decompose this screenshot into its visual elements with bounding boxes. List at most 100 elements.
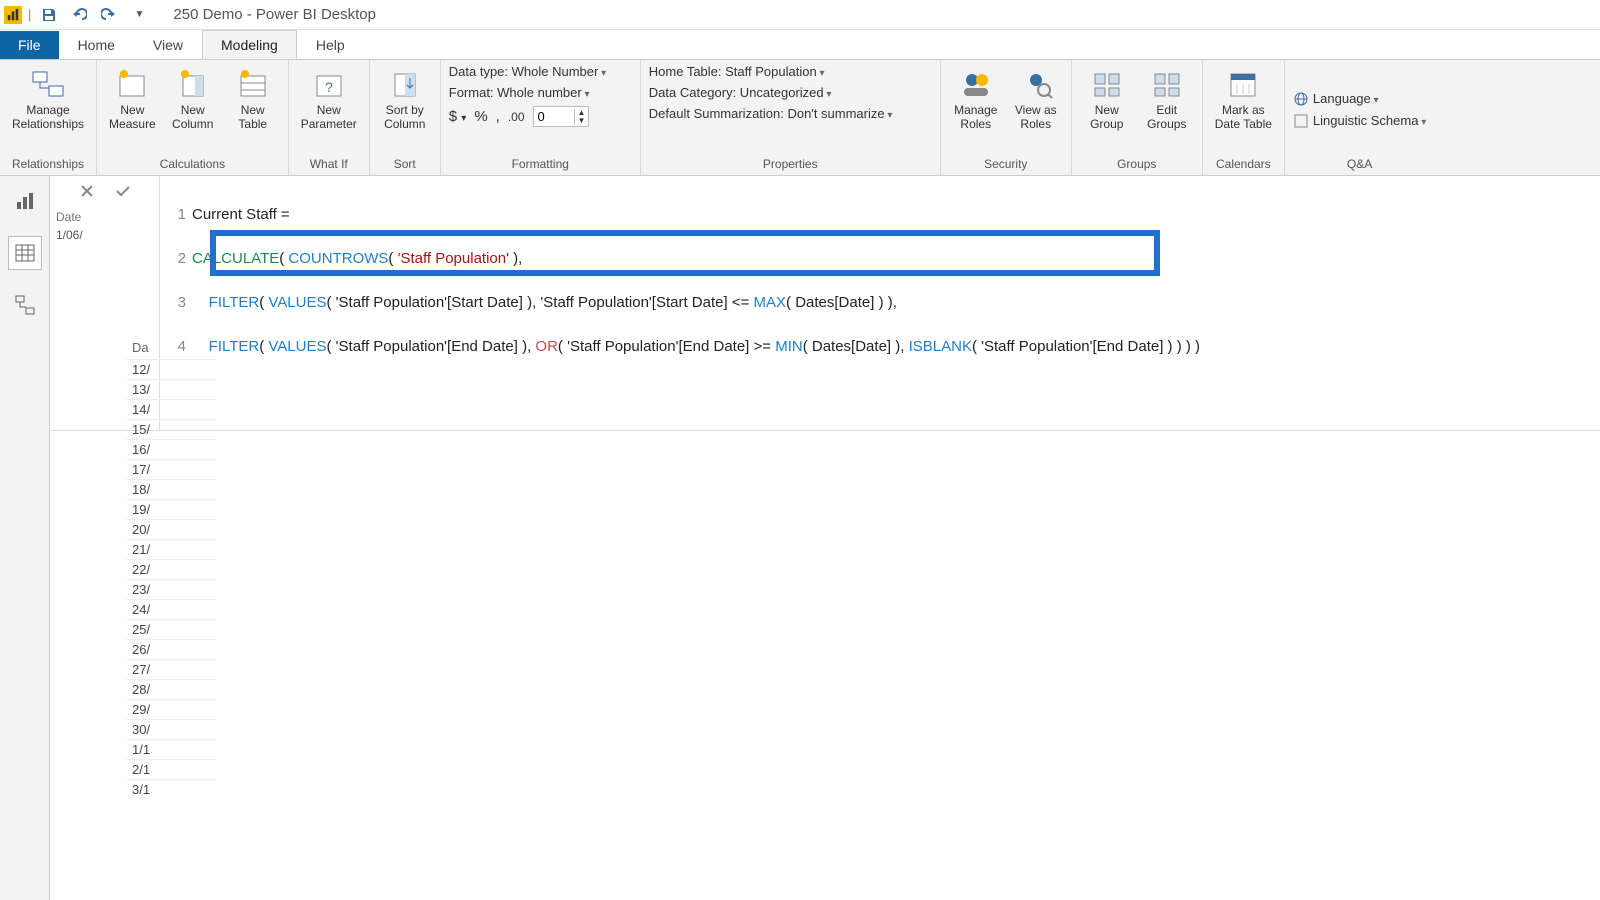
new-measure-button[interactable]: New Measure — [105, 64, 160, 134]
formula-editor[interactable]: 1Current Staff = 2CALCULATE( COUNTROWS( … — [160, 176, 1600, 430]
calendar-icon — [1225, 66, 1261, 102]
tab-modeling[interactable]: Modeling — [202, 30, 297, 59]
date-row[interactable]: 12/ — [126, 359, 216, 379]
date-row[interactable]: 17/ — [126, 459, 216, 479]
new-table-button[interactable]: New Table — [226, 64, 280, 134]
home-table-dropdown[interactable]: Home Table: Staff Population — [649, 64, 825, 79]
schema-icon — [1293, 113, 1309, 129]
date-row[interactable]: 28/ — [126, 679, 216, 699]
parameter-icon: ? — [311, 66, 347, 102]
globe-icon — [1293, 91, 1309, 107]
date-row[interactable]: 23/ — [126, 579, 216, 599]
comma-button[interactable]: , — [496, 108, 500, 125]
model-view-button[interactable] — [8, 288, 42, 322]
date-row[interactable]: 20/ — [126, 519, 216, 539]
decimal-places-spinner[interactable]: ▲▼ — [533, 106, 590, 127]
language-dropdown[interactable]: Language — [1293, 91, 1379, 107]
data-category-dropdown[interactable]: Data Category: Uncategorized — [649, 85, 832, 100]
default-summarization-dropdown[interactable]: Default Summarization: Don't summarize — [649, 106, 893, 121]
report-icon — [14, 190, 36, 212]
tab-home[interactable]: Home — [59, 30, 134, 59]
currency-button[interactable]: $ ▾ — [449, 108, 467, 125]
date-row[interactable]: 2/1 — [126, 759, 216, 779]
view-roles-icon — [1018, 66, 1054, 102]
mark-as-date-table-button[interactable]: Mark as Date Table — [1211, 64, 1276, 134]
date-row[interactable]: 29/ — [126, 699, 216, 719]
manage-roles-button[interactable]: Manage Roles — [949, 64, 1003, 134]
svg-text:?: ? — [325, 79, 333, 95]
tab-file[interactable]: File — [0, 31, 59, 59]
edit-groups-icon — [1149, 66, 1185, 102]
date-row[interactable]: 1/1 — [126, 739, 216, 759]
group-formatting: Data type: Whole Number Format: Whole nu… — [441, 60, 641, 175]
group-properties: Home Table: Staff Population Data Catego… — [641, 60, 941, 175]
peek-cell: 1/06/ — [56, 226, 153, 244]
date-row[interactable]: 27/ — [126, 659, 216, 679]
measure-icon — [114, 66, 150, 102]
date-row[interactable]: 14/ — [126, 399, 216, 419]
table-icon — [235, 66, 271, 102]
group-qna: Language Linguistic Schema Q&A — [1285, 60, 1434, 175]
save-button[interactable] — [37, 3, 61, 27]
date-row[interactable]: 19/ — [126, 499, 216, 519]
edit-groups-button[interactable]: Edit Groups — [1140, 64, 1194, 134]
decimal-icon: .00 — [508, 110, 525, 124]
date-row[interactable]: 16/ — [126, 439, 216, 459]
formula-bar: Date 1/06/ 1Current Staff = 2CALCULATE( … — [50, 176, 1600, 431]
date-row[interactable]: 24/ — [126, 599, 216, 619]
decimal-places-input[interactable] — [534, 107, 574, 126]
group-calculations: New Measure New Column New Table Calcula… — [97, 60, 289, 175]
date-row[interactable]: 26/ — [126, 639, 216, 659]
date-row[interactable]: 21/ — [126, 539, 216, 559]
sort-icon — [387, 66, 423, 102]
undo-button[interactable] — [67, 3, 91, 27]
qat-dropdown[interactable]: ▼ — [127, 3, 151, 27]
new-parameter-button[interactable]: ? New Parameter — [297, 64, 361, 134]
view-as-roles-button[interactable]: View as Roles — [1009, 64, 1063, 134]
peek-header: Date — [56, 208, 153, 226]
group-security: Manage Roles View as Roles Security — [941, 60, 1072, 175]
new-group-icon — [1089, 66, 1125, 102]
group-relationships: Manage Relationships Relationships — [0, 60, 97, 175]
new-group-button[interactable]: New Group — [1080, 64, 1134, 134]
new-column-button[interactable]: New Column — [166, 64, 220, 134]
group-calendars: Mark as Date Table Calendars — [1203, 60, 1285, 175]
relationships-icon — [30, 66, 66, 102]
date-row[interactable]: 25/ — [126, 619, 216, 639]
workspace: Date 1/06/ 1Current Staff = 2CALCULATE( … — [0, 176, 1600, 900]
format-dropdown[interactable]: Format: Whole number — [449, 85, 590, 100]
menu-bar: File Home View Modeling Help — [0, 30, 1600, 60]
tab-view[interactable]: View — [134, 30, 202, 59]
date-row[interactable]: 30/ — [126, 719, 216, 739]
sort-by-column-button[interactable]: Sort by Column — [378, 64, 432, 134]
data-icon — [14, 242, 36, 264]
date-row[interactable]: 15/ — [126, 419, 216, 439]
report-view-button[interactable] — [8, 184, 42, 218]
date-row[interactable]: 3/1 — [126, 779, 216, 799]
ribbon: Manage Relationships Relationships New M… — [0, 60, 1600, 176]
date-column-header: Da — [126, 336, 216, 359]
date-column: Da 12/13/14/15/16/17/18/19/20/21/22/23/2… — [126, 336, 216, 799]
commit-formula-button[interactable] — [110, 178, 136, 204]
title-bar: | ▼ 250 Demo - Power BI Desktop — [0, 0, 1600, 30]
group-whatif: ? New Parameter What If — [289, 60, 370, 175]
datatype-dropdown[interactable]: Data type: Whole Number — [449, 64, 606, 79]
linguistic-schema-dropdown[interactable]: Linguistic Schema — [1293, 113, 1426, 129]
date-row[interactable]: 13/ — [126, 379, 216, 399]
model-icon — [14, 294, 36, 316]
tab-help[interactable]: Help — [297, 30, 364, 59]
cancel-formula-button[interactable] — [74, 178, 100, 204]
redo-button[interactable] — [97, 3, 121, 27]
date-row[interactable]: 22/ — [126, 559, 216, 579]
data-view-button[interactable] — [8, 236, 42, 270]
app-icon — [4, 6, 22, 24]
spin-down[interactable]: ▼ — [575, 117, 589, 125]
view-rail — [0, 176, 50, 900]
manage-relationships-button[interactable]: Manage Relationships — [8, 64, 88, 134]
date-row[interactable]: 18/ — [126, 479, 216, 499]
percent-button[interactable]: % — [474, 108, 487, 125]
group-sort: Sort by Column Sort — [370, 60, 441, 175]
manage-roles-icon — [958, 66, 994, 102]
main-area: Date 1/06/ 1Current Staff = 2CALCULATE( … — [50, 176, 1600, 900]
group-groups: New Group Edit Groups Groups — [1072, 60, 1203, 175]
